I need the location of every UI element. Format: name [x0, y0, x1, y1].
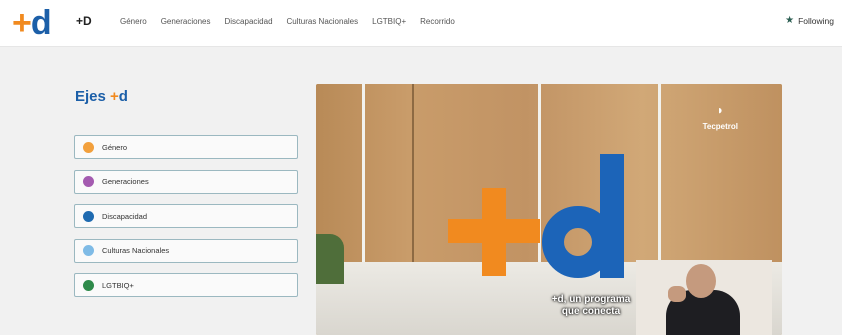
- following-label: Following: [798, 15, 834, 26]
- letter-d-shape: [600, 154, 624, 278]
- tecpetrol-mark-icon: ◗: [716, 103, 724, 117]
- axis-item-genero[interactable]: Género: [74, 135, 298, 159]
- tecpetrol-logo: ◗ Tecpetrol: [703, 104, 738, 134]
- plus-sign-shape: [482, 188, 506, 276]
- axes-title-main: Ejes: [75, 88, 111, 105]
- axis-dot-icon: [83, 210, 94, 222]
- axis-item-discapacidad[interactable]: Discapacidad: [74, 204, 298, 228]
- interpreter-head: [686, 264, 716, 298]
- axis-item-label: Generaciones: [102, 177, 149, 186]
- video-player[interactable]: ◗ Tecpetrol +d, un programa que conecta: [316, 84, 782, 335]
- axis-dot-icon: [83, 176, 94, 187]
- sign-language-interpreter: [636, 260, 772, 335]
- axes-title-d: d: [118, 88, 128, 105]
- wall-panel-divider: [362, 84, 365, 274]
- site-name[interactable]: +D: [76, 14, 92, 28]
- wall-panel-divider: [412, 84, 414, 274]
- axis-dot-icon: [83, 141, 94, 153]
- axis-item-generaciones[interactable]: Generaciones: [74, 169, 298, 194]
- plant-shape: [316, 234, 344, 284]
- wall-panel-divider: [658, 84, 661, 274]
- star-icon: ★: [785, 15, 795, 26]
- axis-item-label: Género: [102, 142, 128, 152]
- axis-item-label: Discapacidad: [102, 211, 148, 221]
- nav-lgtbiq[interactable]: LGTBIQ+: [372, 17, 406, 26]
- nav-discapacidad[interactable]: Discapacidad: [225, 17, 273, 26]
- axes-list: Género Generaciones Discapacidad Cultura…: [74, 135, 298, 308]
- nav-generaciones[interactable]: Generaciones: [161, 17, 211, 26]
- tecpetrol-name: Tecpetrol: [702, 122, 738, 131]
- main-nav: Género Generaciones Discapacidad Cultura…: [120, 17, 469, 26]
- nav-genero[interactable]: Género: [120, 17, 147, 26]
- site-logo[interactable]: +d: [12, 4, 52, 42]
- logo-d: d: [30, 4, 52, 42]
- axis-item-label: Culturas Nacionales: [102, 246, 170, 255]
- axis-item-label: LGTBIQ+: [102, 280, 134, 290]
- interpreter-hand: [668, 286, 686, 302]
- logo-plus: +: [12, 4, 32, 42]
- axis-item-culturas-nacionales[interactable]: Culturas Nacionales: [74, 238, 298, 263]
- axis-dot-icon: [83, 245, 94, 256]
- axis-item-lgtbiq[interactable]: LGTBIQ+: [74, 273, 298, 297]
- wall-panel-divider: [538, 84, 541, 274]
- nav-recorrido[interactable]: Recorrido: [420, 17, 455, 26]
- following-button[interactable]: ★ Following: [785, 15, 834, 26]
- top-navigation-bar: +d +D Género Generaciones Discapacidad C…: [0, 0, 842, 47]
- nav-culturas-nacionales[interactable]: Culturas Nacionales: [287, 17, 359, 26]
- axes-title-plus: +: [110, 88, 119, 105]
- axes-title: Ejes +d: [75, 88, 128, 105]
- axis-dot-icon: [83, 279, 94, 291]
